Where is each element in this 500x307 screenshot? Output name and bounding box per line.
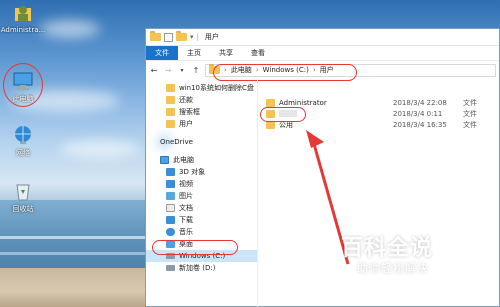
window-title: 用户: [204, 33, 219, 41]
user-folder-icon: [12, 2, 34, 24]
nav-item-quick-2[interactable]: 搜索框: [146, 106, 257, 118]
up-icon[interactable]: ↑: [191, 66, 201, 75]
nav-item-downloads[interactable]: 下载: [146, 214, 257, 226]
recycle-bin-icon: [12, 180, 34, 202]
wave: [0, 236, 150, 239]
folder-icon: [166, 84, 175, 92]
title-separator: |: [196, 33, 199, 41]
tab-share[interactable]: 共享: [210, 46, 242, 60]
annotation-circle-drive: [152, 240, 238, 255]
nav-item-music[interactable]: 音乐: [146, 226, 257, 238]
cloud: [40, 20, 100, 38]
nav-item-3d-objects[interactable]: 3D 对象: [146, 166, 257, 178]
tab-home[interactable]: 主页: [178, 46, 210, 60]
title-bar: ▾ | 用户: [146, 29, 499, 46]
forward-icon[interactable]: →: [163, 66, 173, 75]
annotation-circle-folder: [260, 107, 306, 122]
annotation-circle-desktop: [3, 63, 43, 107]
video-icon: [166, 180, 175, 188]
beach: [0, 268, 150, 307]
folder-icon: [150, 31, 161, 41]
nav-item-quick-0[interactable]: win10系统如何删除C盘: [146, 82, 257, 94]
ribbon-tabs: 文件 主页 共享 查看: [146, 46, 499, 60]
recent-dropdown-icon[interactable]: ▾: [177, 67, 187, 74]
download-icon: [166, 216, 175, 224]
tab-view[interactable]: 查看: [242, 46, 274, 60]
nav-item-onedrive[interactable]: OneDrive: [146, 136, 257, 148]
navigation-pane[interactable]: win10系统如何删除C盘 还款 搜索框 用户 OneDrive 此电脑 3D …: [146, 79, 258, 307]
3d-objects-icon: [166, 168, 175, 176]
nav-item-quick-1[interactable]: 还款: [146, 94, 257, 106]
music-icon: [166, 228, 175, 236]
tab-file[interactable]: 文件: [146, 46, 178, 60]
back-icon[interactable]: ←: [149, 66, 159, 75]
watermark-subtitle: 助你轻松解决: [357, 262, 429, 275]
folder-icon: [166, 120, 175, 128]
pictures-icon: [166, 192, 175, 200]
qa-dropdown-icon[interactable]: ▾: [190, 33, 194, 41]
nav-item-videos[interactable]: 视频: [146, 178, 257, 190]
quick-access-toolbar: ▾ |: [150, 31, 199, 42]
cloud: [60, 140, 140, 158]
desktop-icon-recycle-bin[interactable]: 回收站: [0, 180, 46, 214]
folder-icon: [266, 98, 275, 107]
nav-item-this-pc[interactable]: 此电脑: [146, 154, 257, 166]
new-folder-icon[interactable]: [176, 31, 187, 41]
properties-icon[interactable]: [164, 32, 173, 42]
desktop-icon-network[interactable]: 网络: [0, 124, 46, 158]
desktop-icon-administrator[interactable]: Administra...: [0, 2, 46, 34]
wave: [0, 252, 150, 255]
nav-item-drive-d[interactable]: 新加卷 (D:): [146, 262, 257, 274]
drive-icon: [166, 265, 175, 271]
document-icon: [166, 204, 175, 212]
watermark-title: 百科全说: [341, 236, 434, 261]
network-icon: [12, 124, 34, 146]
nav-item-documents[interactable]: 文档: [146, 202, 257, 214]
this-pc-icon: [160, 156, 169, 164]
onedrive-icon: [160, 139, 169, 145]
folder-icon: [166, 96, 175, 104]
nav-item-quick-3[interactable]: 用户: [146, 118, 257, 130]
nav-item-pictures[interactable]: 图片: [146, 190, 257, 202]
folder-icon: [166, 108, 175, 116]
